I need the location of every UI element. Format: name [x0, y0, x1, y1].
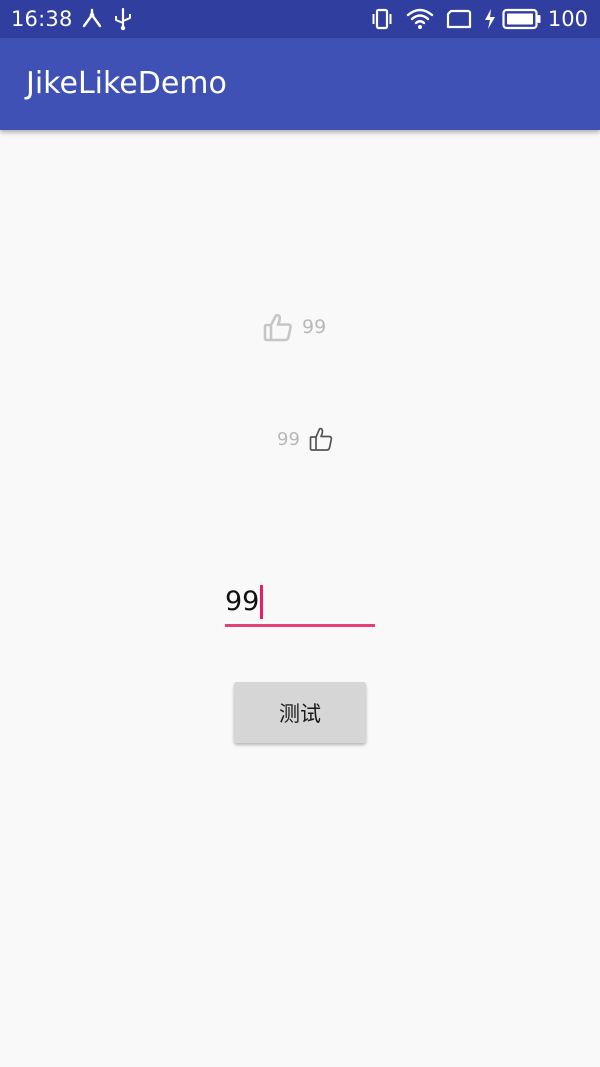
charging-icon [484, 9, 496, 29]
test-button[interactable]: 测试 [234, 682, 366, 743]
app-bar: JikeLikeDemo [0, 38, 600, 130]
like-button-large[interactable]: 99 [262, 310, 326, 344]
app-title: JikeLikeDemo [26, 66, 227, 101]
status-bar: 16:38 100 [0, 0, 600, 38]
usb-icon [112, 7, 134, 35]
wifi-icon [406, 7, 434, 31]
count-input[interactable]: 99 [225, 580, 375, 628]
battery-icon [502, 8, 542, 30]
sync-icon [80, 7, 104, 35]
status-icons: 100 [370, 0, 588, 38]
battery-percent: 100 [547, 7, 588, 31]
like-count: 99 [302, 316, 327, 338]
count-input-value: 99 [225, 586, 260, 617]
thumbs-up-icon [262, 311, 294, 343]
status-time: 16:38 [11, 7, 73, 31]
screen-icon [446, 8, 472, 30]
like-count: 99 [277, 428, 300, 450]
thumbs-up-icon [308, 426, 334, 452]
like-button-small[interactable]: 99 [277, 424, 334, 454]
text-cursor [260, 585, 264, 619]
vibrate-icon [370, 7, 394, 31]
input-underline [225, 624, 375, 627]
